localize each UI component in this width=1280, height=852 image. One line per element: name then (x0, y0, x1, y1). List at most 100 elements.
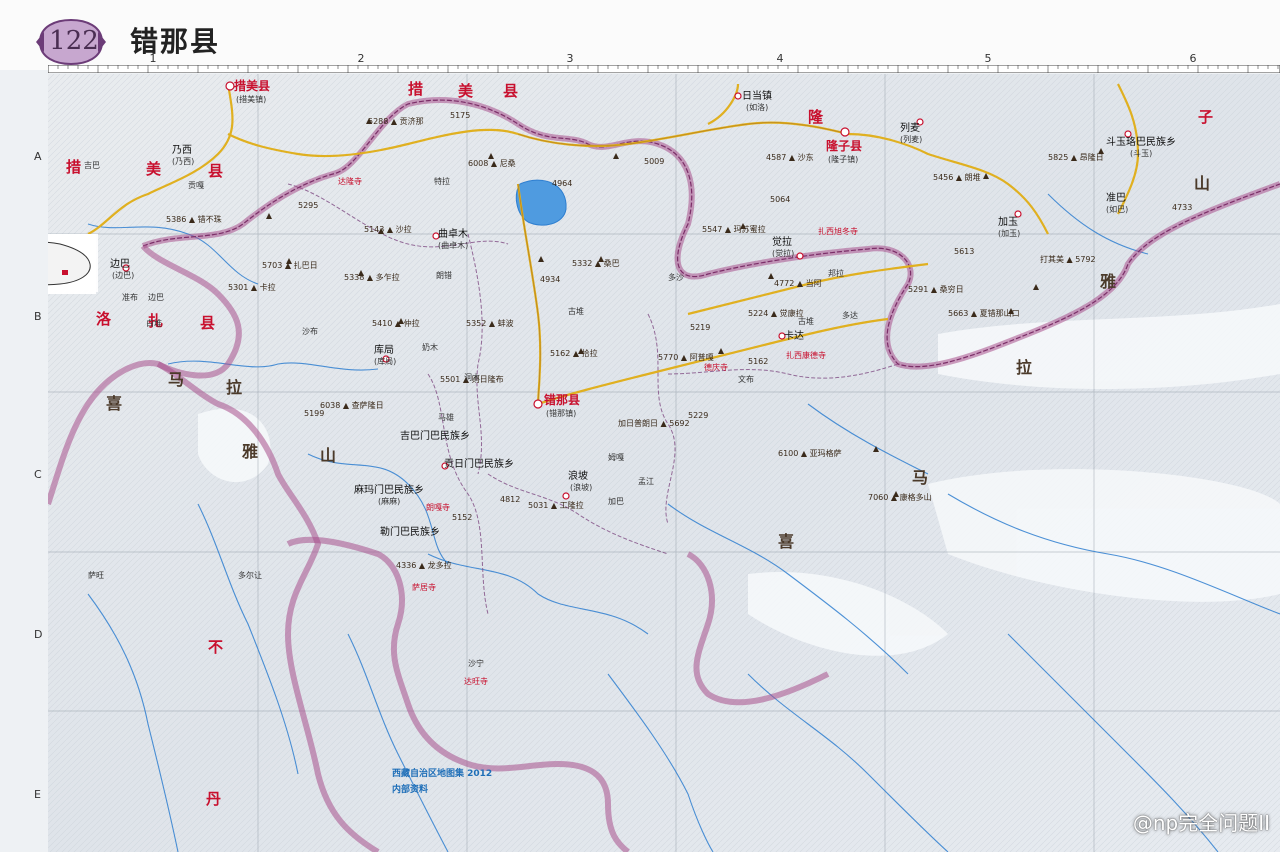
village-4: 沙布 (302, 327, 318, 336)
peak-5410: 5410 ▲ 仲拉 (372, 319, 420, 328)
peak-5703: 5703 ▲ 扎巴日 (262, 261, 318, 270)
region-luozha-1: 洛 (96, 310, 113, 328)
grid-column-5: 5 (984, 52, 992, 65)
peak-5152: 5152 (452, 513, 473, 522)
village-6: 朗错 (436, 271, 452, 280)
locator-inset-map (48, 234, 96, 294)
town-doumu[interactable]: 斗玉珞巴民族乡 (1106, 138, 1176, 148)
county-seat-longzi-sub: (隆子镇) (828, 155, 859, 164)
peak-5352: 5352 ▲ 蚌波 (466, 319, 514, 328)
peak-5825: 5825 ▲ 昂隆日 (1048, 153, 1104, 162)
country-bhutan-2: 丹 (206, 790, 223, 808)
town-biantang[interactable]: 边巴 (110, 260, 130, 270)
peak-5547: 5547 ▲ 玛苏蜜拉 (702, 225, 766, 234)
county-seat-cuona[interactable]: 错那县 (544, 394, 580, 406)
region-cuomei-top-2: 美 (458, 82, 475, 100)
peak-5199: 5199 (304, 409, 325, 418)
town-quzhuomu-sub: (曲卓木) (438, 241, 469, 250)
peak-5175: 5175 (450, 111, 471, 120)
town-gongri[interactable]: 贡日门巴民族乡 (444, 460, 514, 470)
grid-column-2: 2 (357, 52, 365, 65)
village-17: 萨旺 (88, 571, 104, 580)
region-longzi-1: 隆 (808, 108, 825, 126)
region-cuomei-left-3: 县 (208, 162, 225, 180)
range-himalaya-east-2: 马 (912, 468, 929, 487)
village-10: 多达 (842, 311, 858, 320)
grid-row-b: B (34, 310, 42, 323)
peak-5456: 5456 ▲ 朗堆 (933, 173, 981, 182)
peak-6008: 6008 ▲ 尼桑 (468, 159, 516, 168)
town-mamalu[interactable]: 麻玛门巴民族乡 (354, 486, 424, 496)
county-seat-cuona-sub: (错那镇) (546, 409, 577, 418)
grid-column-3: 3 (566, 52, 574, 65)
range-himalaya-2: 马 (168, 370, 185, 389)
temple-1: 达隆寺 (338, 177, 362, 186)
watermark: @np完全问题II (1132, 811, 1270, 835)
village-12: 边巴 (148, 293, 164, 302)
temple-5: 朗嘎寺 (426, 503, 450, 512)
peak-4772: 4772 ▲ 当阿 (774, 279, 822, 288)
peak-4336: 4336 ▲ 龙多拉 (396, 561, 452, 570)
town-naixi[interactable]: 乃西 (172, 146, 192, 156)
peak-7060: 7060 ▲ 康格多山 (868, 493, 932, 502)
peak-5295: 5295 (298, 201, 319, 210)
peak-5031: 5031 ▲ 工隆拉 (528, 501, 584, 510)
grid-row-c: C (34, 468, 42, 481)
town-mamalu-sub: (麻麻) (378, 497, 401, 506)
range-shan-east: 山 (1194, 174, 1211, 193)
village-5: 特拉 (434, 177, 450, 186)
peak-5386: 5386 ▲ 错不珠 (166, 215, 222, 224)
village-8: 多沙 (668, 273, 684, 282)
region-cuomei-top-1: 措 (408, 80, 425, 98)
peak-4733: 4733 (1172, 203, 1193, 212)
town-naixi-sub: (乃西) (172, 157, 195, 166)
range-himalaya-1: 喜 (106, 394, 123, 413)
temple-4: 扎西康德寺 (786, 351, 826, 360)
town-langpo[interactable]: 浪坡 (568, 472, 588, 482)
town-kada[interactable]: 卡达 (784, 332, 804, 342)
town-zhunba[interactable]: 准巴 (1106, 194, 1126, 204)
village-1: 吉巴 (84, 161, 100, 170)
peak-4812: 4812 (500, 495, 521, 504)
peak-4587: 4587 ▲ 沙东 (766, 153, 814, 162)
town-jiayu[interactable]: 加玉 (998, 218, 1018, 228)
county-seat-cuomei-sub: (措美镇) (236, 95, 267, 104)
town-kuju[interactable]: 库局 (374, 346, 394, 356)
town-risang[interactable]: 日当镇 (742, 92, 772, 102)
region-luozha-3: 县 (200, 314, 217, 332)
village-22: 洞木 (464, 373, 480, 382)
peak-6100: 6100 ▲ 亚玛格萨 (778, 449, 842, 458)
town-juela[interactable]: 觉拉 (772, 238, 792, 248)
village-2: 贡嘎 (188, 181, 204, 190)
grid-row-d: D (34, 628, 43, 641)
range-himalaya-east-3: 拉 (1016, 358, 1033, 377)
town-liemai[interactable]: 列麦 (900, 124, 920, 134)
town-quzhuomu[interactable]: 曲卓木 (438, 230, 468, 240)
region-cuomei-left-1: 措 (66, 158, 83, 176)
town-juela-sub: (觉拉) (772, 249, 795, 258)
village-23: 沙宁 (468, 659, 484, 668)
peak-5301: 5301 ▲ 卡拉 (228, 283, 276, 292)
range-himalaya-east-1: 喜 (778, 532, 795, 551)
county-seat-cuomei[interactable]: 措美县 (234, 80, 270, 92)
town-lemen[interactable]: 勒门巴民族乡 (380, 528, 440, 538)
county-seat-longzi[interactable]: 隆子县 (826, 140, 862, 152)
temple-2: 扎西旭冬寺 (818, 227, 858, 236)
village-16: 多尔让 (238, 571, 262, 580)
region-longzi-2: 子 (1198, 108, 1215, 126)
town-qiaoba[interactable]: 吉巴门巴民族乡 (400, 432, 470, 442)
range-himalaya-3: 拉 (226, 378, 243, 397)
map-area[interactable]: 措 美 县 措 美 县 洛 扎 县 隆 子 喜 马 拉 雅 山 喜 马 拉 山 … (48, 74, 1280, 852)
temple-6: 萨居寺 (412, 583, 436, 592)
village-20: 古堆 (798, 317, 814, 326)
peak-5288: 5288 ▲ 贡济那 (368, 117, 424, 126)
peak-5162-b: 5162 (748, 357, 769, 366)
peak-5692: 加日普朗日 ▲ 5692 (618, 419, 690, 428)
village-9: 邦拉 (828, 269, 844, 278)
town-langpo-sub: (浪坡) (570, 483, 593, 492)
peak-5064: 5064 (770, 195, 791, 204)
peak-5162-a: 5162 ▲ 拾拉 (550, 349, 598, 358)
grid-column-4: 4 (776, 52, 784, 65)
map-base (48, 74, 1280, 852)
atlas-stamp-line1: 西藏自治区地图集 2012 (392, 769, 493, 779)
